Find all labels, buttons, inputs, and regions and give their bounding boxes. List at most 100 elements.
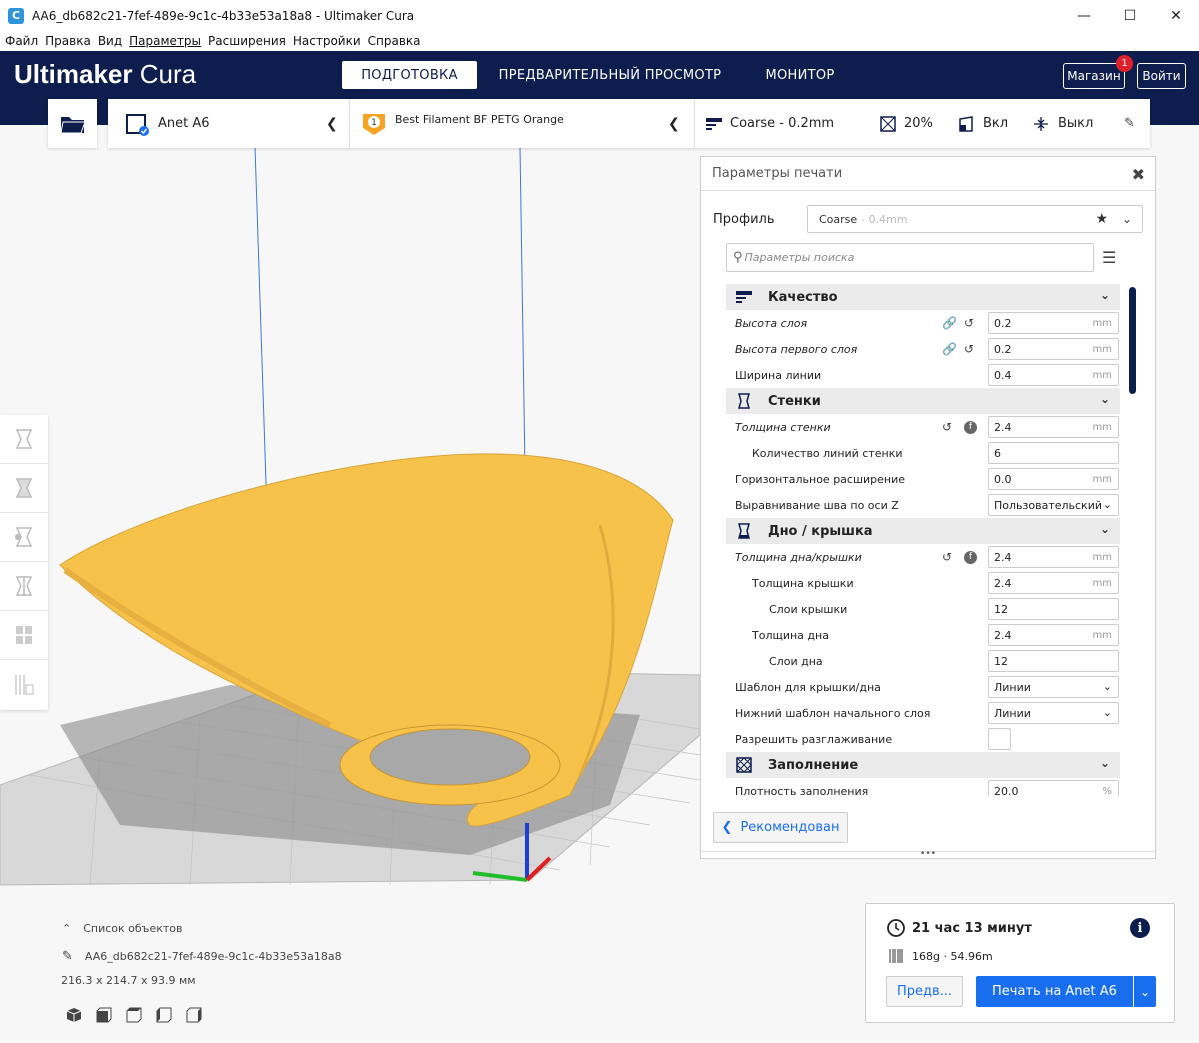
printer-icon bbox=[126, 113, 149, 136]
setting-value-field[interactable]: 0.2 mm bbox=[988, 312, 1119, 334]
menu-extensions[interactable]: Расширения bbox=[208, 34, 286, 48]
menu-view[interactable]: Вид bbox=[98, 34, 122, 48]
chevron-left-icon: ❮ bbox=[721, 820, 733, 835]
setting-value-field[interactable]: 2.4 mm bbox=[988, 572, 1119, 594]
link-icon[interactable]: 🔗 bbox=[942, 342, 957, 356]
stage-prepare-tab[interactable]: ПОДГОТОВКА bbox=[342, 61, 477, 89]
panel-resize-handle[interactable]: ••• bbox=[701, 850, 1155, 859]
function-icon[interactable]: f bbox=[964, 550, 977, 564]
marketplace-button[interactable]: Магазин bbox=[1063, 63, 1125, 89]
material-usage: 168g · 54.96m bbox=[888, 948, 993, 964]
setting-value-field[interactable]: 0.2 mm bbox=[988, 338, 1119, 360]
ironing-checkbox[interactable] bbox=[988, 728, 1011, 750]
adhesion-summary[interactable]: Выкл bbox=[1033, 116, 1093, 132]
profile-dropdown[interactable]: Coarse - 0.4mm ★ ⌄ bbox=[807, 205, 1143, 233]
print-settings-panel: Параметры печати ✖ Профиль Coarse - 0.4mm… bbox=[700, 156, 1156, 859]
maximize-button[interactable]: ☐ bbox=[1107, 0, 1153, 31]
ultimaker-cura-logo: Ultimaker Cura bbox=[14, 59, 197, 89]
settings-scrollbar[interactable] bbox=[1129, 287, 1136, 394]
right-view-icon[interactable] bbox=[186, 1007, 202, 1023]
menu-edit[interactable]: Правка bbox=[45, 34, 91, 48]
support-summary[interactable]: Вкл bbox=[958, 115, 1008, 132]
print-button[interactable]: Печать на Anet A6 bbox=[976, 976, 1133, 1007]
setting-row: Ширина линии 0.4 mm bbox=[726, 362, 1120, 388]
support-blocker-tool[interactable] bbox=[0, 660, 48, 709]
reset-icon[interactable]: ↺ bbox=[942, 420, 952, 434]
material-name: Best Filament BF PETG Orange bbox=[395, 113, 564, 126]
app-header: Ultimaker Cura ПОДГОТОВКА ПРЕДВАРИТЕЛЬНЫ… bbox=[0, 51, 1199, 99]
object-list-toggle[interactable]: ⌃ Список объектов bbox=[62, 922, 342, 935]
build-volume-edge bbox=[519, 146, 526, 471]
walls-icon bbox=[738, 393, 750, 409]
pencil-icon[interactable]: ✎ bbox=[62, 949, 73, 964]
setting-row: Толщина стенки ↺ f 2.4 mm bbox=[726, 414, 1120, 440]
setting-row: Высота первого слоя 🔗 ↺ 0.2 mm bbox=[726, 336, 1120, 362]
open-file-button[interactable] bbox=[48, 99, 97, 148]
rotate-tool[interactable] bbox=[0, 513, 48, 562]
cura-app-icon: C bbox=[8, 7, 24, 24]
setting-value-field[interactable]: 20.0% bbox=[988, 780, 1119, 796]
move-icon bbox=[15, 429, 33, 449]
infill-summary[interactable]: 20% bbox=[880, 115, 933, 132]
setting-row: Количество линий стенки 6 bbox=[726, 440, 1120, 466]
profile-summary[interactable]: Coarse - 0.2mm bbox=[706, 116, 834, 131]
category-quality[interactable]: Качество ⌄ bbox=[726, 284, 1120, 310]
material-selector[interactable]: 1 Best Filament BF PETG Orange bbox=[361, 112, 564, 136]
setting-value-field[interactable]: 2.4 mm bbox=[988, 546, 1119, 568]
print-options-dropdown[interactable]: ⌄ bbox=[1134, 976, 1156, 1007]
menu-help[interactable]: Справка bbox=[368, 34, 421, 48]
preview-button[interactable]: Предв... bbox=[886, 976, 963, 1007]
quality-icon bbox=[736, 291, 752, 303]
chevron-left-icon[interactable]: ❮ bbox=[326, 116, 338, 132]
mirror-tool[interactable] bbox=[0, 562, 48, 611]
3d-view-icon[interactable] bbox=[66, 1007, 82, 1023]
setting-value-field[interactable]: 0.0 mm bbox=[988, 468, 1119, 490]
move-tool[interactable] bbox=[0, 415, 48, 464]
category-walls[interactable]: Стенки ⌄ bbox=[726, 388, 1120, 414]
pencil-icon[interactable]: ✎ bbox=[1124, 116, 1135, 131]
star-icon[interactable]: ★ bbox=[1095, 211, 1108, 227]
window-title: AA6_db682c21-7fef-489e-9c1c-4b33e53a18a8… bbox=[32, 8, 415, 23]
setting-dropdown[interactable]: Пользовательский ⌄ bbox=[988, 494, 1119, 516]
printer-selector[interactable]: Anet A6 bbox=[126, 112, 210, 136]
close-window-button[interactable]: ✕ bbox=[1153, 0, 1199, 31]
setting-value-field[interactable]: 2.4 mm bbox=[988, 624, 1119, 646]
reset-icon[interactable]: ↺ bbox=[964, 342, 974, 356]
setting-value-field[interactable]: 6 bbox=[988, 442, 1119, 464]
front-view-icon[interactable] bbox=[96, 1007, 112, 1023]
left-view-icon[interactable] bbox=[156, 1007, 172, 1023]
setting-dropdown[interactable]: Линии ⌄ bbox=[988, 702, 1119, 724]
reset-icon[interactable]: ↺ bbox=[942, 550, 952, 564]
stage-preview-tab[interactable]: ПРЕДВАРИТЕЛЬНЫЙ ПРОСМОТР bbox=[495, 61, 725, 89]
signin-button[interactable]: Войти bbox=[1137, 63, 1186, 89]
menu-preferences[interactable]: Настройки bbox=[293, 34, 361, 48]
close-icon[interactable]: ✖ bbox=[1132, 165, 1145, 184]
category-top-bottom[interactable]: Дно / крышка ⌄ bbox=[726, 518, 1120, 544]
scale-tool[interactable] bbox=[0, 464, 48, 513]
setting-row: Разрешить разглаживание bbox=[726, 726, 1120, 752]
setting-value-field[interactable]: 2.4 mm bbox=[988, 416, 1119, 438]
per-model-settings-tool[interactable] bbox=[0, 611, 48, 660]
reset-icon[interactable]: ↺ bbox=[964, 316, 974, 330]
info-icon[interactable]: i bbox=[1130, 918, 1150, 938]
menu-settings[interactable]: Параметры bbox=[129, 34, 201, 48]
setting-value-field[interactable]: 0.4 mm bbox=[988, 364, 1119, 386]
minimize-button[interactable]: — bbox=[1061, 0, 1107, 31]
spool-icon bbox=[889, 949, 903, 963]
setting-value-field[interactable]: 12 bbox=[988, 598, 1119, 620]
menu-file[interactable]: Файл bbox=[5, 34, 38, 48]
recommended-button[interactable]: ❮ Рекомендован bbox=[713, 812, 848, 843]
settings-search-input[interactable]: ⚲ Параметры поиска bbox=[726, 243, 1094, 272]
extruder-icon: 1 bbox=[363, 113, 385, 135]
function-icon[interactable]: f bbox=[964, 420, 977, 434]
object-item[interactable]: ✎ AA6_db682c21-7fef-489e-9c1c-4b33e53a18… bbox=[62, 949, 342, 964]
top-view-icon[interactable] bbox=[126, 1007, 142, 1023]
chevron-left-icon[interactable]: ❮ bbox=[668, 116, 680, 132]
setting-value-field[interactable]: 12 bbox=[988, 650, 1119, 672]
setting-dropdown[interactable]: Линии ⌄ bbox=[988, 676, 1119, 698]
link-icon[interactable]: 🔗 bbox=[942, 316, 957, 330]
object-dimensions: 216.3 x 214.7 x 93.9 мм bbox=[61, 974, 196, 987]
stage-monitor-tab[interactable]: МОНИТОР bbox=[752, 61, 848, 89]
category-infill[interactable]: Заполнение ⌄ bbox=[726, 752, 1120, 778]
settings-menu-icon[interactable]: ☰ bbox=[1102, 248, 1116, 267]
